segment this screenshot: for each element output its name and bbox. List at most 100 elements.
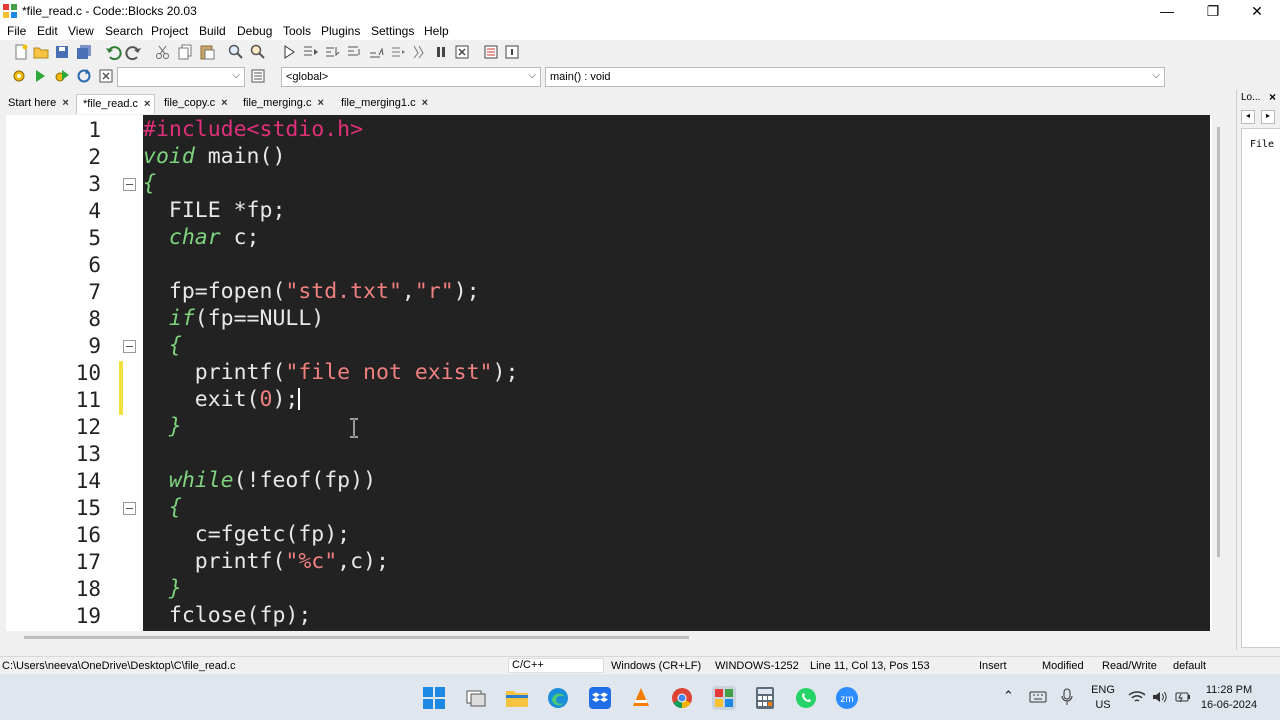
scrollbar-thumb[interactable] — [1217, 127, 1220, 557]
menu-tools[interactable]: Tools — [283, 24, 311, 38]
code-text: printf( — [143, 360, 286, 385]
status-encoding: WINDOWS-1252 — [715, 660, 799, 672]
clock-time[interactable]: 11:28 PM — [1200, 684, 1258, 696]
language-indicator-top[interactable]: ENG — [1090, 684, 1116, 696]
replace-icon[interactable] — [249, 43, 267, 61]
menu-file[interactable]: File — [7, 24, 26, 38]
pause-icon[interactable] — [432, 43, 450, 61]
tab-start-here[interactable]: Start here × — [2, 94, 73, 114]
cut-icon[interactable] — [154, 43, 172, 61]
fold-toggle-icon[interactable] — [123, 178, 136, 191]
dropbox-icon[interactable] — [588, 686, 612, 710]
edge-browser-icon[interactable] — [546, 686, 570, 710]
code-text: (!feof(fp)) — [233, 468, 377, 493]
fold-toggle-icon[interactable] — [123, 340, 136, 353]
microphone-icon[interactable] — [1060, 688, 1074, 706]
vlc-icon[interactable] — [629, 686, 653, 710]
code-line-18: } — [143, 576, 182, 601]
menu-edit[interactable]: Edit — [37, 24, 58, 38]
next-instruction-icon[interactable] — [389, 43, 407, 61]
paste-icon[interactable] — [198, 43, 216, 61]
clock-date[interactable]: 16-06-2024 — [1198, 699, 1260, 711]
code-editor[interactable]: 1 2 3 4 5 6 7 8 9 10 11 12 13 14 15 16 1… — [6, 115, 1218, 631]
scope-select[interactable]: <global> ⌵ — [281, 67, 541, 87]
run-to-cursor-icon[interactable] — [302, 43, 320, 61]
close-icon[interactable]: × — [62, 97, 68, 109]
show-select-target-icon[interactable] — [249, 67, 267, 85]
file-explorer-icon[interactable] — [505, 686, 529, 710]
tab-file-merging1[interactable]: file_merging1.c × — [335, 94, 432, 114]
step-out-icon[interactable] — [367, 43, 385, 61]
save-icon[interactable] — [53, 43, 71, 61]
fold-toggle-icon[interactable] — [123, 502, 136, 515]
find-icon[interactable] — [227, 43, 245, 61]
abort-icon[interactable] — [97, 67, 115, 85]
horizontal-scrollbar[interactable] — [6, 631, 1228, 645]
tab-label: file_merging.c — [243, 97, 312, 109]
code-text: , — [401, 279, 415, 304]
open-folder-icon[interactable] — [32, 43, 50, 61]
undo-icon[interactable] — [104, 43, 122, 61]
scrollbar-thumb[interactable] — [24, 636, 689, 639]
new-file-icon[interactable] — [12, 43, 30, 61]
chrome-icon[interactable] — [670, 686, 694, 710]
code-area[interactable]: #include<stdio.h> void main() { FILE *fp… — [143, 115, 1210, 631]
close-icon[interactable]: × — [144, 98, 150, 110]
tab-file-copy[interactable]: file_copy.c × — [158, 94, 232, 114]
close-icon[interactable]: × — [221, 97, 227, 109]
code-text: c=fgetc(fp); — [143, 522, 351, 547]
save-all-icon[interactable] — [75, 43, 93, 61]
panel-right-arrow-icon[interactable]: ▸ — [1261, 110, 1275, 124]
text-cursor — [298, 388, 301, 410]
close-icon[interactable]: × — [422, 97, 428, 109]
wifi-icon[interactable] — [1128, 690, 1146, 704]
battery-icon[interactable] — [1174, 690, 1192, 704]
close-icon[interactable]: × — [317, 97, 323, 109]
panel-left-arrow-icon[interactable]: ◂ — [1241, 110, 1255, 124]
debug-info-icon[interactable] — [503, 43, 521, 61]
menu-help[interactable]: Help — [424, 24, 449, 38]
debug-run-icon[interactable] — [280, 43, 298, 61]
menu-search[interactable]: Search — [105, 24, 143, 38]
step-into-icon[interactable] — [345, 43, 363, 61]
task-view-icon[interactable] — [464, 686, 488, 710]
calculator-icon[interactable] — [753, 686, 777, 710]
codeblocks-taskbar-icon[interactable] — [712, 686, 736, 710]
maximize-button[interactable]: ❐ — [1190, 0, 1236, 22]
menu-settings[interactable]: Settings — [371, 24, 414, 38]
build-and-run-icon[interactable] — [53, 67, 71, 85]
minimize-button[interactable]: — — [1144, 0, 1190, 22]
stop-debug-icon[interactable] — [453, 43, 471, 61]
zoom-icon[interactable]: zm — [835, 686, 859, 710]
volume-icon[interactable] — [1151, 690, 1169, 704]
panel-close-icon[interactable]: × — [1269, 90, 1276, 104]
windows-start-icon[interactable] — [422, 686, 446, 710]
next-line-icon[interactable] — [323, 43, 341, 61]
function-select[interactable]: main() : void ⌵ — [545, 67, 1165, 87]
step-instruction-icon[interactable] — [410, 43, 428, 61]
menu-build[interactable]: Build — [199, 24, 226, 38]
close-button[interactable]: ✕ — [1234, 0, 1280, 22]
build-gear-icon[interactable] — [10, 67, 28, 85]
copy-icon[interactable] — [176, 43, 194, 61]
whatsapp-icon[interactable] — [794, 686, 818, 710]
code-line-17: printf("%c",c); — [143, 549, 389, 574]
tab-file-read[interactable]: *file_read.c × — [76, 94, 156, 114]
tab-file-merging[interactable]: file_merging.c × — [237, 94, 328, 114]
menu-debug[interactable]: Debug — [237, 24, 272, 38]
code-line-15: { — [143, 495, 182, 520]
vertical-scrollbar[interactable] — [1212, 115, 1228, 631]
menu-project[interactable]: Project — [151, 24, 188, 38]
menu-view[interactable]: View — [68, 24, 94, 38]
keyboard-icon[interactable] — [1029, 690, 1047, 704]
debug-windows-icon[interactable] — [482, 43, 500, 61]
line-number: 9 — [88, 334, 101, 358]
menu-plugins[interactable]: Plugins — [321, 24, 360, 38]
line-number: 11 — [75, 388, 101, 412]
redo-icon[interactable] — [125, 43, 143, 61]
tray-overflow-chevron-icon[interactable]: ⌃ — [1003, 688, 1014, 704]
build-target-select[interactable]: ⌵ — [117, 67, 245, 87]
run-icon[interactable] — [31, 67, 49, 85]
rebuild-icon[interactable] — [75, 67, 93, 85]
language-indicator-bottom[interactable]: US — [1090, 699, 1116, 711]
